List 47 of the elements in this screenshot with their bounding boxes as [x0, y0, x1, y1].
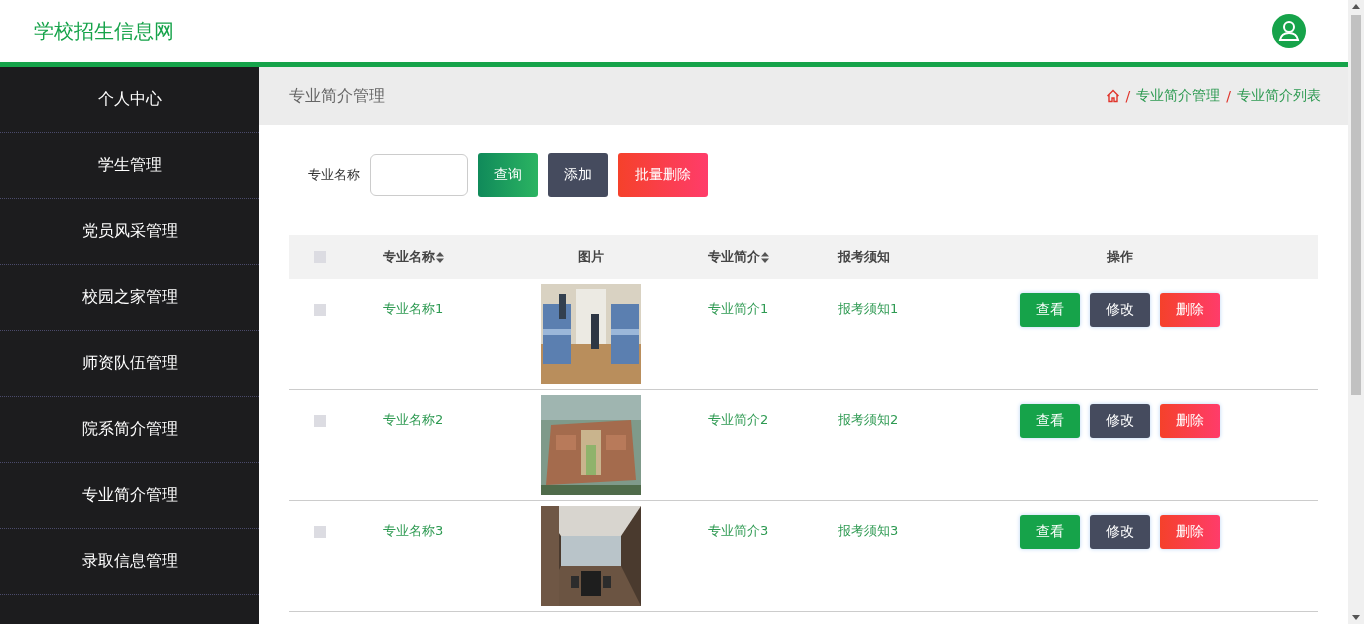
scroll-down-icon[interactable] [1352, 615, 1360, 620]
column-header: 操作 [1106, 248, 1133, 266]
table-cell: 报考须知2 [838, 412, 899, 427]
table-cell: 专业名称2 [383, 412, 444, 427]
table-cell: 报考须知1 [838, 301, 899, 316]
table-cell: 专业简介2 [708, 412, 769, 427]
column-header: 专业简介 [708, 248, 760, 266]
scroll-up-icon[interactable] [1352, 4, 1360, 9]
batch-delete-button[interactable]: 批量删除 [618, 153, 708, 197]
home-icon[interactable] [1105, 89, 1120, 103]
page-title: 专业简介管理 [289, 85, 385, 107]
checkbox[interactable] [314, 415, 326, 427]
column-header: 图片 [578, 248, 604, 266]
sidebar-item[interactable]: 师资队伍管理 [0, 331, 259, 397]
breadcrumb-separator: / [1226, 88, 1231, 104]
user-avatar-icon[interactable] [1272, 14, 1306, 48]
add-button[interactable]: 添加 [548, 153, 608, 197]
breadcrumb-separator: / [1125, 88, 1131, 104]
edit-button[interactable]: 修改 [1089, 515, 1150, 549]
sidebar-item[interactable]: 学生管理 [0, 133, 259, 199]
sort-icon[interactable] [761, 251, 769, 263]
checkbox[interactable] [314, 526, 326, 538]
sidebar-item[interactable]: 校园之家管理 [0, 265, 259, 331]
edit-button[interactable]: 修改 [1089, 293, 1150, 327]
scrollbar-thumb[interactable] [1351, 15, 1361, 395]
sort-icon[interactable] [436, 251, 444, 263]
search-button[interactable]: 查询 [478, 153, 538, 197]
site-title: 学校招生信息网 [34, 17, 174, 45]
scrollbar[interactable] [1348, 0, 1364, 624]
table-cell: 专业简介1 [708, 301, 769, 316]
delete-button[interactable]: 删除 [1159, 293, 1220, 327]
checkbox[interactable] [314, 304, 326, 316]
table-cell: 专业名称3 [383, 523, 444, 538]
search-field[interactable] [370, 154, 468, 196]
sidebar-item[interactable]: 录取信息管理 [0, 529, 259, 595]
table-cell: 专业名称1 [383, 301, 444, 316]
delete-button[interactable]: 删除 [1159, 404, 1220, 438]
sidebar-item[interactable]: 党员风采管理 [0, 199, 259, 265]
edit-button[interactable]: 修改 [1089, 404, 1150, 438]
column-header: 报考须知 [838, 248, 890, 266]
sidebar-item[interactable]: 院系简介管理 [0, 397, 259, 463]
search-label: 专业名称 [308, 166, 360, 184]
sidebar-item[interactable]: 专业简介管理 [0, 463, 259, 529]
delete-button[interactable]: 删除 [1159, 515, 1220, 549]
column-header: 专业名称 [383, 248, 435, 266]
table-cell: 专业简介3 [708, 523, 769, 538]
table-cell: 报考须知3 [838, 523, 899, 538]
